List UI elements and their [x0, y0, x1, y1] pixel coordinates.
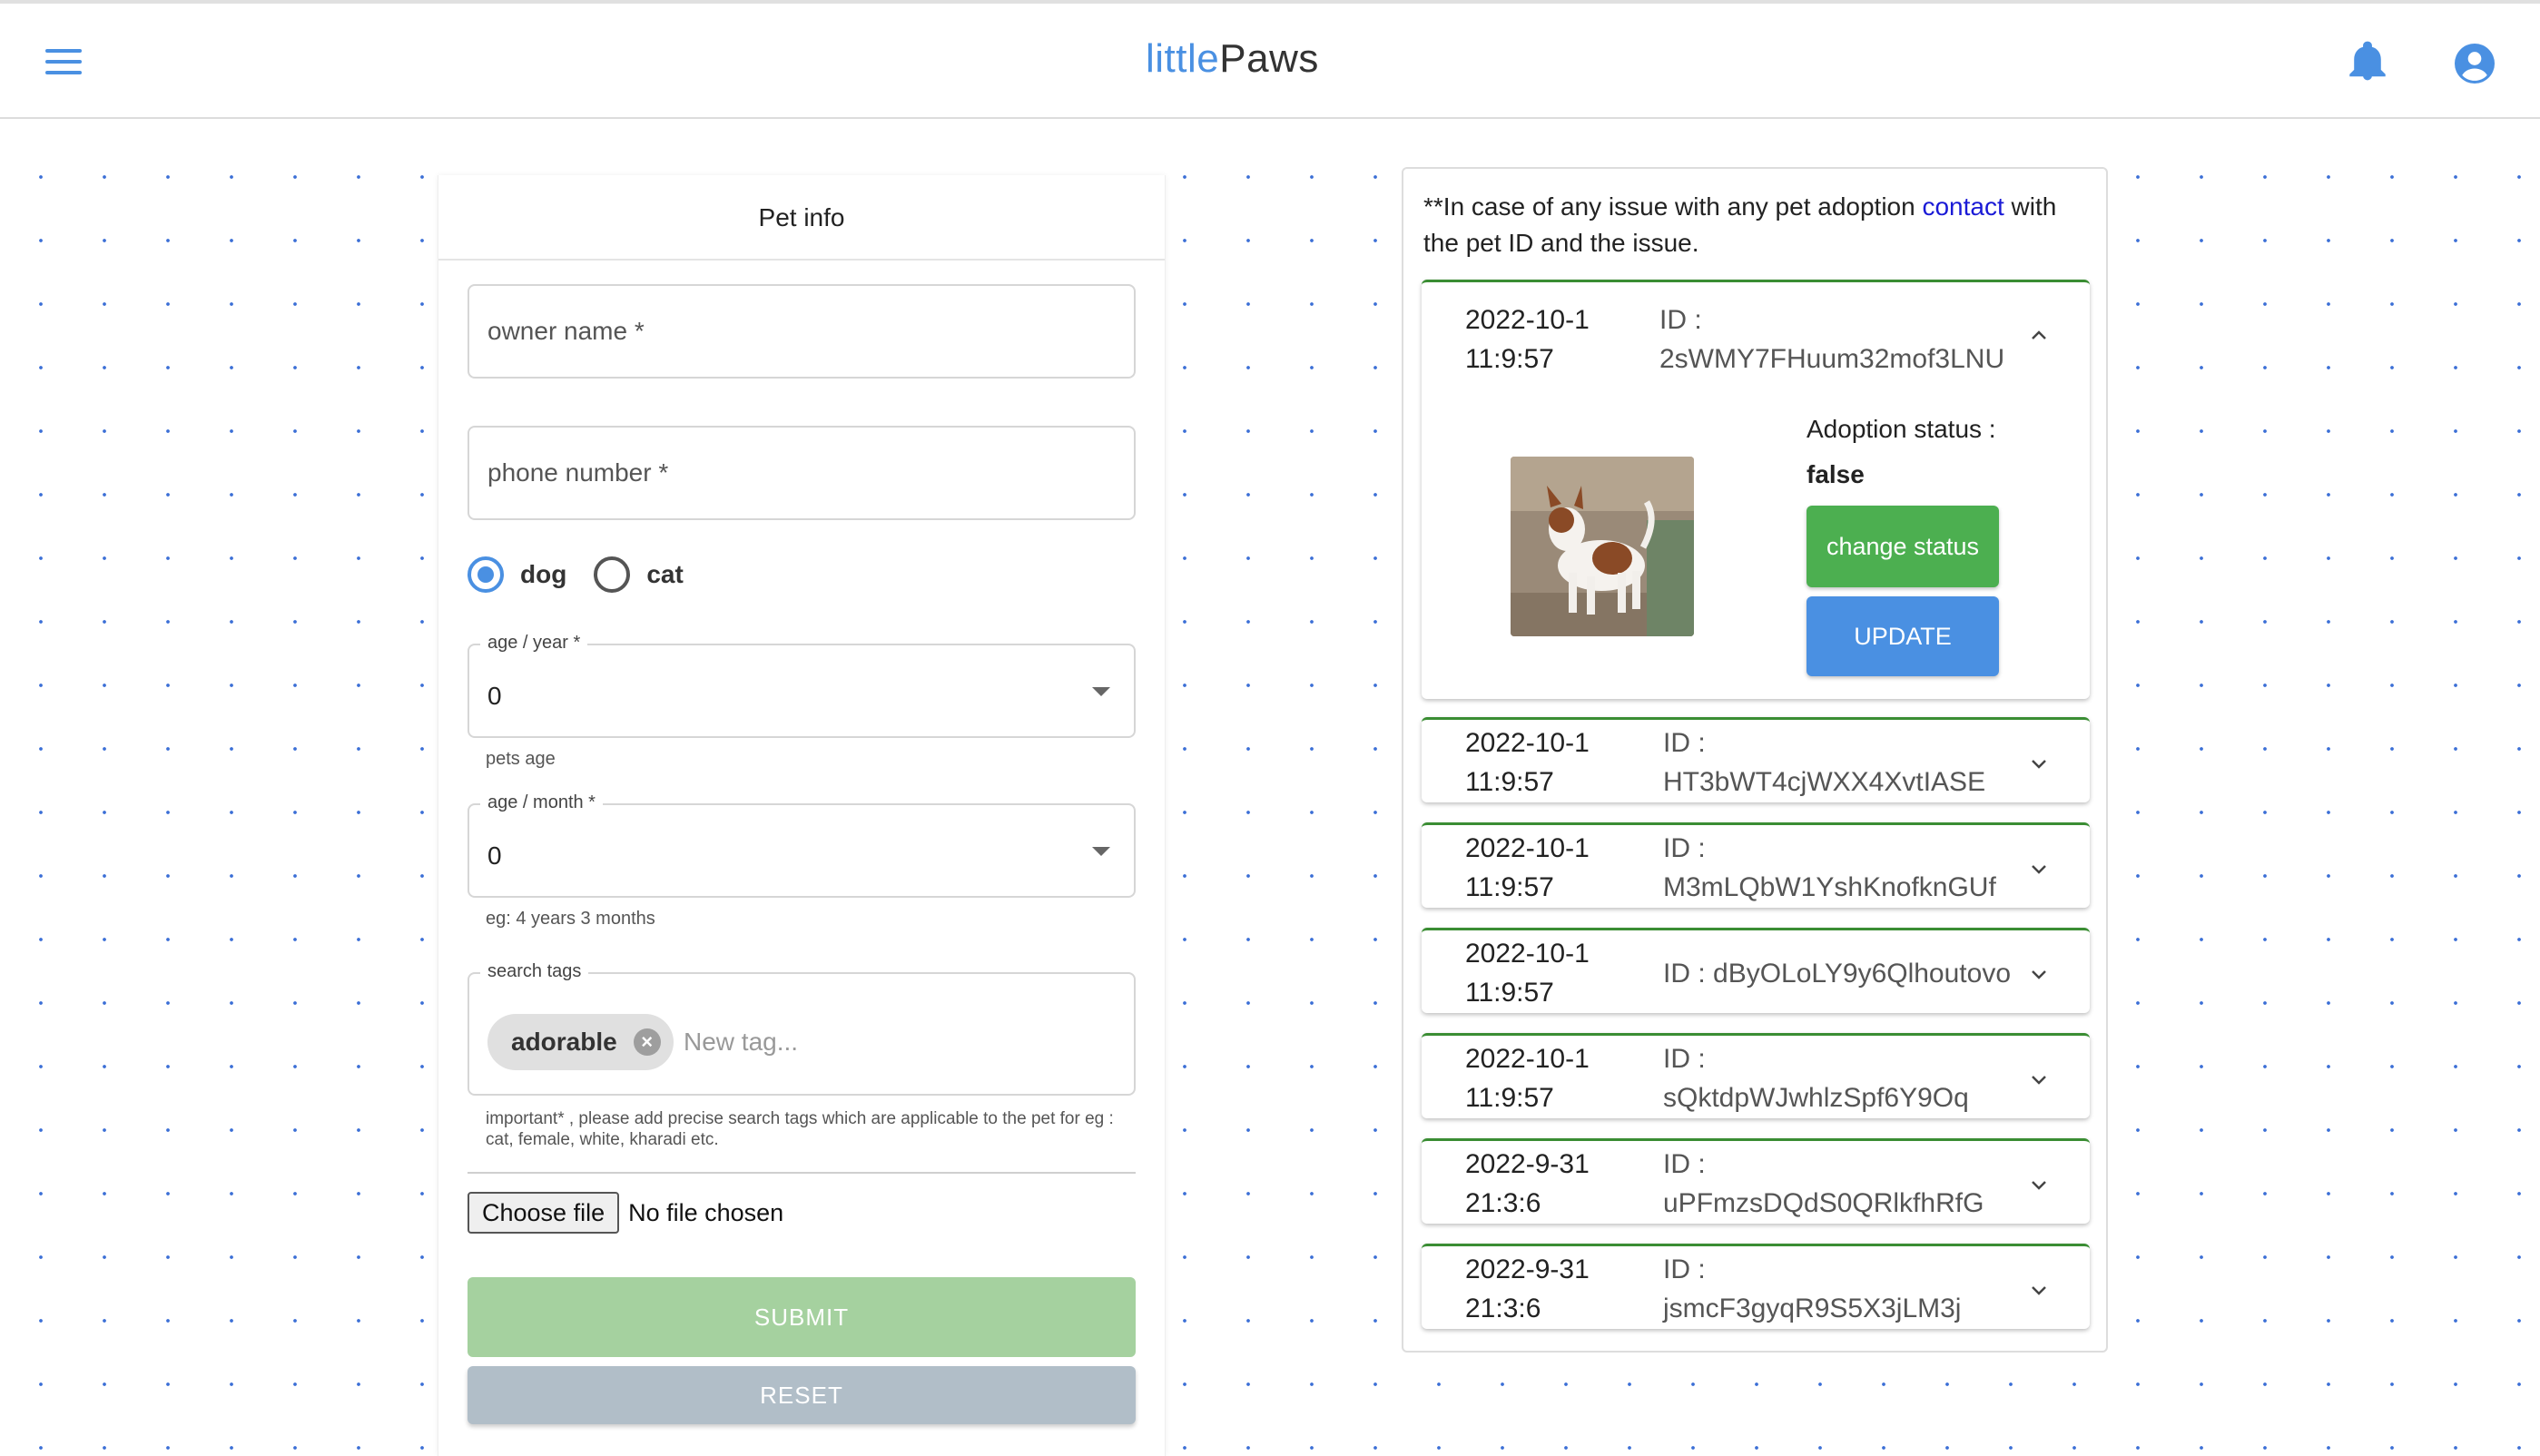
adoption-id: ID : HT3bWT4cjWXX4XvtIASE — [1663, 728, 1986, 797]
support-notice: **In case of any issue with any pet adop… — [1423, 189, 2095, 261]
pet-info-title: Pet info — [438, 175, 1165, 261]
adoption-date: 2022-9-31 21:3:6 — [1465, 1149, 1590, 1218]
contact-link[interactable]: contact — [1922, 192, 2003, 221]
tag-chip-label: adorable — [511, 1028, 617, 1056]
pet-type-radio-group: dog cat — [468, 556, 711, 593]
adoption-date: 2022-10-1 11:9:57 — [1465, 305, 1590, 374]
adoption-card[interactable]: 2022-10-1 11:9:57 ID : HT3bWT4cjWXX4XvtIA… — [1422, 717, 2090, 802]
tag-chip[interactable]: adorable × — [487, 1014, 674, 1070]
logo-part-little: little — [1146, 36, 1220, 81]
logo-part-paws: Paws — [1219, 36, 1319, 81]
radio-unchecked-icon — [594, 556, 631, 593]
tags-note: important* , please add precise search t… — [486, 1109, 1114, 1149]
submit-button[interactable]: SUBMIT — [468, 1277, 1136, 1357]
new-tag-input[interactable] — [684, 1014, 1083, 1070]
chevron-down-icon[interactable] — [2030, 965, 2048, 983]
app-header: littlePaws — [0, 4, 2540, 119]
adoption-status-value: false — [1807, 460, 1865, 488]
adoption-date: 2022-10-1 11:9:57 — [1465, 939, 1590, 1008]
owner-name-field[interactable] — [468, 284, 1136, 379]
search-tags-label: search tags — [480, 961, 589, 982]
search-tags-field[interactable]: search tags adorable × — [468, 961, 1136, 1096]
age-year-helper: pets age — [486, 749, 556, 769]
chevron-down-icon[interactable] — [2030, 1070, 2048, 1088]
chevron-down-icon[interactable] — [2030, 754, 2048, 772]
radio-dog[interactable]: dog — [468, 556, 566, 593]
age-year-select[interactable]: age / year * 0 — [468, 633, 1136, 738]
account-circle-icon[interactable] — [2455, 44, 2495, 84]
chevron-up-icon[interactable] — [2030, 326, 2048, 344]
adoptions-panel: **In case of any issue with any pet adop… — [1402, 167, 2108, 1353]
adoption-id: ID : uPFmzsDQdS0QRlkfhRfG — [1663, 1149, 1984, 1218]
file-status: No file chosen — [628, 1198, 784, 1226]
bell-icon[interactable] — [2349, 40, 2386, 82]
age-year-value: 0 — [487, 682, 502, 710]
adoption-card[interactable]: 2022-9-31 21:3:6 ID : uPFmzsDQdS0QRlkfhRf… — [1422, 1138, 2090, 1224]
chevron-down-icon[interactable] — [2030, 1281, 2048, 1299]
radio-cat-label: cat — [646, 560, 684, 588]
adoption-id: ID : M3mLQbW1YshKnofknGUf — [1663, 833, 1996, 902]
age-month-value: 0 — [487, 841, 502, 870]
chevron-down-icon[interactable] — [2030, 1176, 2048, 1194]
adoption-id: ID : dByOLoLY9y6Qlhoutovo — [1663, 959, 2012, 989]
phone-number-field[interactable] — [468, 426, 1136, 520]
adoption-id: ID : jsmcF3gyqR9S5X3jLM3j — [1663, 1254, 1962, 1323]
age-month-select[interactable]: age / month * 0 — [468, 792, 1136, 898]
pet-info-form: Pet info dog cat age / year * 0 pets age… — [438, 175, 1166, 1456]
adoption-id: ID : sQktdpWJwhlzSpf6Y9Oq — [1663, 1044, 1969, 1113]
file-upload: Choose file No file chosen — [468, 1192, 783, 1234]
chevron-down-icon[interactable] — [2030, 860, 2048, 878]
reset-button[interactable]: RESET — [468, 1366, 1136, 1424]
adoption-date: 2022-10-1 11:9:57 — [1465, 1044, 1590, 1113]
choose-file-button[interactable]: Choose file — [468, 1192, 620, 1234]
adoption-date: 2022-9-31 21:3:6 — [1465, 1254, 1590, 1323]
adoption-date: 2022-10-1 11:9:57 — [1465, 728, 1590, 797]
radio-cat[interactable]: cat — [594, 556, 684, 593]
adoption-card[interactable]: 2022-10-1 11:9:57 ID : M3mLQbW1YshKnofknG… — [1422, 822, 2090, 908]
pet-photo — [1511, 457, 1694, 636]
adoption-card[interactable]: 2022-10-1 11:9:57 ID : sQktdpWJwhlzSpf6Y9… — [1422, 1033, 2090, 1118]
adoption-card[interactable]: 2022-9-31 21:3:6 ID : jsmcF3gyqR9S5X3jLM3… — [1422, 1244, 2090, 1329]
adoption-card-expanded[interactable]: 2022-10-1 11:9:57 ID : 2sWMY7FHuum32mof3L… — [1422, 280, 2090, 699]
adoption-card[interactable]: 2022-10-1 11:9:57 ID : dByOLoLY9y6Qlhouto… — [1422, 928, 2090, 1013]
adoption-status-label: Adoption status : — [1807, 415, 1996, 443]
radio-checked-icon — [468, 556, 504, 593]
age-month-label: age / month * — [480, 792, 603, 813]
dropdown-arrow-icon — [1092, 687, 1110, 696]
chip-remove-icon[interactable]: × — [633, 1028, 661, 1056]
adoption-date: 2022-10-1 11:9:57 — [1465, 833, 1590, 902]
radio-dog-label: dog — [520, 560, 567, 588]
change-status-button[interactable]: change status — [1807, 506, 1999, 587]
phone-number-input[interactable] — [469, 428, 1134, 518]
age-month-helper: eg: 4 years 3 months — [486, 909, 655, 929]
update-button[interactable]: UPDATE — [1807, 596, 1999, 676]
adoption-id: ID : 2sWMY7FHuum32mof3LNU — [1659, 305, 2005, 374]
menu-icon[interactable] — [45, 49, 82, 76]
app-logo[interactable]: littlePaws — [1146, 36, 1319, 82]
age-year-label: age / year * — [480, 633, 588, 654]
divider — [468, 1172, 1136, 1174]
owner-name-input[interactable] — [469, 286, 1134, 377]
notice-text-before: **In case of any issue with any pet adop… — [1423, 192, 1923, 221]
dropdown-arrow-icon — [1092, 847, 1110, 856]
